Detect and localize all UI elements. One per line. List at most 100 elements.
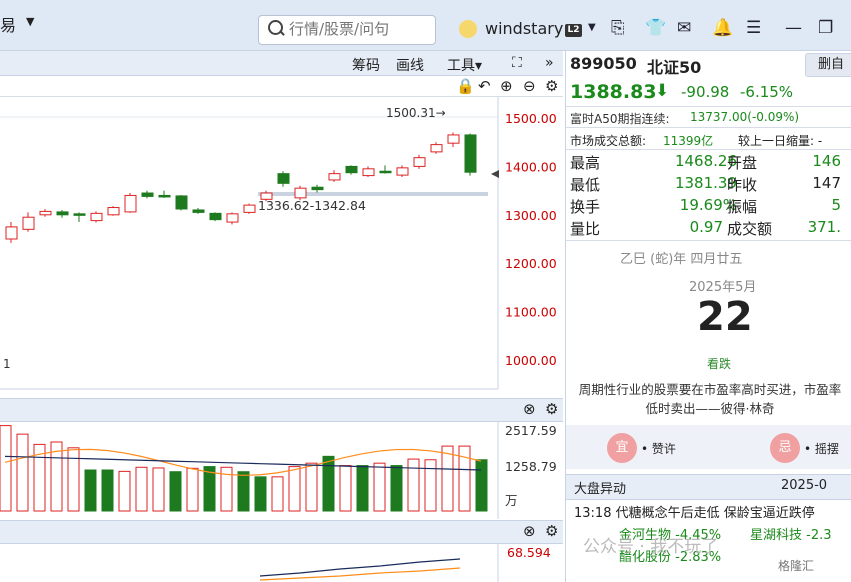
trade-menu[interactable]: 易 bbox=[0, 12, 16, 36]
high-marker: 1500.31→ bbox=[386, 106, 446, 120]
candle bbox=[175, 195, 188, 210]
volume-bar bbox=[407, 458, 420, 512]
yi-badge: 宜 bbox=[607, 433, 637, 463]
close-icon[interactable]: ⊗ bbox=[523, 400, 536, 418]
volume-bar bbox=[237, 471, 250, 512]
candle bbox=[413, 157, 426, 167]
calendar-day: 22 bbox=[697, 294, 753, 340]
stock-name: 北证50 bbox=[647, 58, 702, 77]
volume-ratio-value: 0.97 bbox=[689, 218, 723, 236]
restore-icon[interactable]: ❐ bbox=[818, 18, 833, 38]
bell-icon[interactable]: 🔔 bbox=[712, 18, 733, 38]
volume-panel-header bbox=[0, 398, 563, 422]
ji-badge: 忌 bbox=[770, 433, 800, 463]
vol-tick: 1258.79 bbox=[505, 459, 557, 474]
candle bbox=[209, 212, 222, 221]
candle bbox=[243, 204, 256, 213]
candle bbox=[277, 173, 290, 184]
volume-bar bbox=[84, 469, 97, 512]
settings-icon[interactable]: ⚙ bbox=[545, 522, 558, 540]
expand-icon[interactable]: ⛶ bbox=[512, 55, 522, 71]
volume-bar bbox=[390, 465, 403, 512]
more-icon[interactable]: » bbox=[545, 55, 554, 71]
amount-value: 371. bbox=[807, 218, 841, 236]
a50-label: 富时A50期指连续: bbox=[570, 112, 670, 126]
zoom-in-icon[interactable]: ⊕ bbox=[500, 77, 513, 95]
news-headline[interactable]: 13:18 代糖概念午后走低 保龄宝逼近跌停 bbox=[574, 502, 815, 521]
volume-bar bbox=[356, 465, 369, 512]
volume-bar bbox=[67, 447, 80, 512]
arrow-down-icon: ⬇ bbox=[655, 81, 670, 101]
avatar[interactable] bbox=[459, 20, 477, 38]
candle bbox=[328, 173, 341, 181]
volume-bar bbox=[254, 476, 267, 512]
candle bbox=[5, 226, 18, 240]
volume-bar bbox=[424, 459, 437, 512]
candle bbox=[379, 170, 392, 174]
left-digit: 1 bbox=[3, 357, 11, 371]
username[interactable]: windstary bbox=[485, 19, 563, 38]
news-title[interactable]: 大盘异动 bbox=[574, 478, 626, 497]
zoom-out-icon[interactable]: ⊖ bbox=[523, 77, 536, 95]
candle bbox=[430, 144, 443, 153]
delete-self-button[interactable]: 删自 bbox=[805, 53, 851, 77]
candle bbox=[90, 212, 103, 222]
volume-bar bbox=[339, 465, 352, 512]
vol-unit: 万 bbox=[505, 493, 518, 508]
lunar-date: 乙巳 (蛇)年 四月廿五 bbox=[620, 252, 743, 267]
menu-icon[interactable]: ☰ bbox=[746, 18, 761, 38]
indicator-chart[interactable]: 68.594 bbox=[0, 543, 563, 582]
minimize-icon[interactable]: — bbox=[785, 18, 802, 38]
caret-down-icon[interactable]: ▼ bbox=[588, 22, 596, 33]
chips-button[interactable]: 筹码 bbox=[352, 55, 380, 75]
candle bbox=[192, 209, 205, 213]
settings-icon[interactable]: ⚙ bbox=[545, 77, 558, 95]
low-value: 1381.39 bbox=[674, 174, 737, 192]
candlestick-chart[interactable]: 1500.00 1400.00 1300.00 1200.00 1100.00 1000.… bbox=[0, 97, 563, 397]
turnover-value: 11399亿 bbox=[663, 134, 714, 148]
price-tick: 1100.00 bbox=[505, 305, 557, 320]
price-tick: 1500.00 bbox=[505, 111, 557, 126]
volume-bar bbox=[101, 469, 114, 512]
a50-value: 13737.00(-0.09%) bbox=[690, 110, 800, 124]
watermark: 公众号 · 我不玩了 bbox=[583, 537, 719, 557]
related-stock[interactable]: 星湖科技 -2.3 bbox=[750, 524, 832, 543]
settings-icon[interactable]: ⚙ bbox=[545, 400, 558, 418]
tools-button[interactable]: 工具▾ bbox=[447, 55, 482, 75]
divider bbox=[566, 149, 851, 150]
candle bbox=[124, 194, 137, 213]
caret-down-icon[interactable]: ▼ bbox=[26, 15, 34, 28]
candle bbox=[39, 210, 52, 216]
mail-icon[interactable]: ✉ bbox=[677, 18, 691, 38]
undo-icon[interactable]: ↶ bbox=[478, 77, 491, 95]
search-input[interactable] bbox=[289, 15, 429, 43]
volume-bar bbox=[152, 467, 165, 512]
stock-code: 899050 bbox=[570, 54, 637, 73]
yi-text: • 赞许 bbox=[641, 442, 676, 456]
volume-chart[interactable]: 2517.59 1258.79 万 bbox=[0, 421, 563, 519]
turnover-rate-value: 19.69% bbox=[679, 196, 737, 214]
close-icon[interactable]: ⊗ bbox=[523, 522, 536, 540]
volume-bar bbox=[441, 445, 454, 512]
day-tip: 看跌 bbox=[707, 357, 732, 371]
vol-tick: 2517.59 bbox=[505, 423, 557, 438]
volume-ratio-label: 量比 bbox=[570, 220, 601, 238]
candle bbox=[345, 165, 358, 174]
turnover-rate-label: 换手 bbox=[570, 198, 601, 216]
percent-change: -6.15% bbox=[740, 83, 794, 101]
band-label: 1336.62-1342.84 bbox=[258, 198, 366, 213]
lock-icon[interactable]: 🔒 bbox=[456, 77, 475, 95]
high-value: 1468.26 bbox=[674, 152, 737, 170]
prev-close-value: 147 bbox=[812, 174, 841, 192]
shirt-icon[interactable]: 👕 bbox=[645, 18, 666, 38]
level-badge[interactable]: L2 bbox=[565, 24, 582, 37]
bookmark-icon[interactable]: ⎘ bbox=[611, 18, 625, 38]
amplitude-value: 5 bbox=[831, 196, 841, 214]
watermark-logo: 格隆汇 bbox=[778, 559, 815, 573]
high-label: 最高 bbox=[570, 154, 601, 172]
candle bbox=[294, 187, 307, 199]
draw-line-button[interactable]: 画线 bbox=[396, 55, 424, 75]
candle bbox=[107, 207, 120, 216]
candle bbox=[464, 134, 477, 173]
daily-quote: 周期性行业的股票要在市盈率高时买进，市盈率低时卖出——彼得·林奇 bbox=[578, 382, 842, 416]
